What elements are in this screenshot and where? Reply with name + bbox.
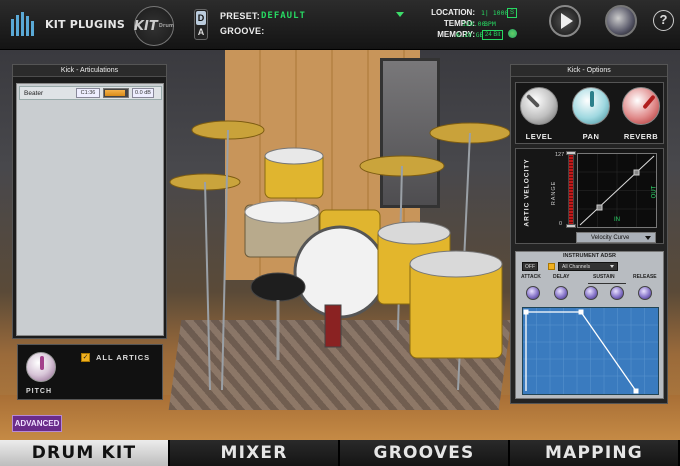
advanced-button[interactable]: ADVANCED: [12, 415, 62, 432]
level-knob[interactable]: [520, 87, 558, 125]
level-label: LEVEL: [525, 132, 553, 141]
options-panel: Kick - Options LEVEL PAN REVERB ARTIC VE…: [510, 64, 668, 404]
preset-value[interactable]: DEFAULT: [261, 11, 306, 21]
preset-label: PRESET:: [220, 11, 261, 21]
options-panel-title: Kick - Options: [511, 65, 667, 77]
sustain-knob-1[interactable]: [584, 286, 598, 300]
pan-knob[interactable]: [572, 87, 610, 125]
kit-badge[interactable]: KIT Drum: [134, 6, 174, 46]
in-label: IN: [614, 217, 620, 223]
all-artics-label: ALL ARTICS: [96, 353, 151, 362]
ab-switch[interactable]: D A: [194, 9, 208, 40]
options-knobs: LEVEL PAN REVERB: [515, 82, 664, 144]
brand-name: KIT PLUGINS: [45, 17, 126, 31]
top-bar: KIT PLUGINS KIT Drum D A PRESET: DEFAULT …: [0, 0, 680, 50]
tempo-unit: BPM: [484, 20, 496, 28]
memory-status-icon: [508, 29, 517, 38]
location-label: LOCATION:: [431, 8, 475, 17]
velocity-range-slider[interactable]: [568, 153, 574, 226]
sustain-label: SUSTAIN: [593, 274, 615, 280]
env-point-release[interactable]: [633, 388, 639, 394]
artic-velocity-label: ARTIC VELOCITY: [523, 158, 531, 227]
chevron-down-icon: [610, 265, 614, 268]
tab-drum-kit[interactable]: DRUM KIT: [0, 440, 170, 466]
out-label: OUT: [651, 185, 658, 199]
adsr-title: INSTRUMENT ADSR: [563, 253, 616, 259]
adsr-off-button[interactable]: OFF: [522, 262, 538, 271]
release-knob[interactable]: [638, 286, 652, 300]
kit-badge-text: KIT: [133, 18, 158, 34]
play-icon: [560, 13, 573, 29]
adsr-channels-dropdown[interactable]: All Channels: [558, 262, 618, 271]
help-button[interactable]: ?: [653, 10, 674, 31]
release-label: RELEASE: [633, 274, 657, 280]
articulation-db[interactable]: 0.0 dB: [132, 88, 154, 98]
attack-label: ATTACK: [521, 274, 541, 280]
pitch-knob[interactable]: [26, 352, 56, 382]
preset-dropdown-icon[interactable]: [396, 12, 404, 17]
ab-switch-d[interactable]: D: [196, 11, 206, 25]
articulation-row[interactable]: Beater C1:36 0.0 dB: [19, 86, 162, 100]
adsr-envelope-line: [525, 311, 637, 392]
pitch-label: PITCH: [26, 388, 52, 395]
pitch-panel: PITCH ✓ ALL ARTICS: [17, 344, 163, 400]
env-point-decay[interactable]: [578, 309, 584, 315]
back-door: [380, 58, 440, 208]
memory-value: 6.10 GB: [456, 31, 484, 39]
tab-mapping[interactable]: MAPPING: [510, 440, 680, 466]
env-point-attack[interactable]: [523, 309, 529, 315]
range-bottom-handle[interactable]: [566, 224, 576, 228]
adsr-enable-checkbox[interactable]: [548, 263, 555, 270]
brand-logo: KIT PLUGINS: [10, 11, 125, 37]
sustain-knob-2[interactable]: [610, 286, 624, 300]
reverb-label: REVERB: [623, 132, 659, 141]
range-max: 127: [555, 152, 565, 158]
articulations-panel: Kick - Articulations Beater C1:36 0.0 dB: [12, 64, 167, 339]
velocity-curve-value: Velocity Curve: [591, 235, 630, 241]
ab-switch-a[interactable]: A: [196, 25, 206, 39]
articulations-panel-title: Kick - Articulations: [13, 65, 166, 77]
kit-plugins-logo-icon: [11, 12, 34, 36]
attack-knob[interactable]: [526, 286, 540, 300]
articulation-level-bar[interactable]: [103, 88, 129, 98]
range-top-handle[interactable]: [566, 151, 576, 155]
articulation-name: Beater: [24, 89, 44, 97]
rug: [168, 320, 512, 410]
instrument-adsr-box: INSTRUMENT ADSR OFF All Channels ATTACK …: [515, 251, 664, 399]
tempo-value[interactable]: 120.00: [462, 20, 485, 28]
articulation-note[interactable]: C1:36: [76, 88, 100, 98]
reverb-knob[interactable]: [622, 87, 660, 125]
range-min: 0: [559, 221, 563, 227]
articulation-level-fill: [105, 90, 126, 96]
adsr-channels-value: All Channels: [562, 264, 591, 270]
all-artics-checkbox[interactable]: ✓: [81, 353, 90, 362]
location-s-button[interactable]: S: [507, 8, 518, 18]
delay-label: DELAY: [553, 274, 570, 280]
tab-mixer[interactable]: MIXER: [170, 440, 340, 466]
bit-depth-badge[interactable]: 24 Bit: [482, 30, 504, 40]
tab-grooves[interactable]: GROOVES: [340, 440, 510, 466]
reverb-knob-pointer: [642, 94, 656, 110]
kit-view-button[interactable]: [605, 5, 637, 37]
location-value: 1| 1000: [481, 9, 509, 17]
kit-badge-sub: Drum: [158, 23, 175, 29]
curve-handle-low[interactable]: [596, 204, 603, 211]
velocity-curve-dropdown[interactable]: Velocity Curve: [576, 232, 656, 243]
articulations-list[interactable]: Beater C1:36 0.0 dB: [16, 83, 164, 336]
delay-knob[interactable]: [554, 286, 568, 300]
sustain-bracket: [588, 283, 626, 284]
pan-knob-pointer: [590, 91, 594, 107]
adsr-envelope-graph[interactable]: [522, 307, 659, 395]
groove-label: GROOVE:: [220, 26, 265, 36]
artic-velocity-box: ARTIC VELOCITY RANGE 127 0 IN OUT: [515, 148, 664, 244]
play-button[interactable]: [549, 5, 581, 37]
pan-label: PAN: [582, 132, 600, 141]
bottom-tabs: DRUM KIT MIXER GROOVES MAPPING: [0, 440, 680, 466]
chevron-down-icon: [645, 236, 651, 240]
range-label: RANGE: [551, 180, 557, 206]
curve-handle-high[interactable]: [633, 169, 640, 176]
level-knob-pointer: [525, 93, 541, 109]
